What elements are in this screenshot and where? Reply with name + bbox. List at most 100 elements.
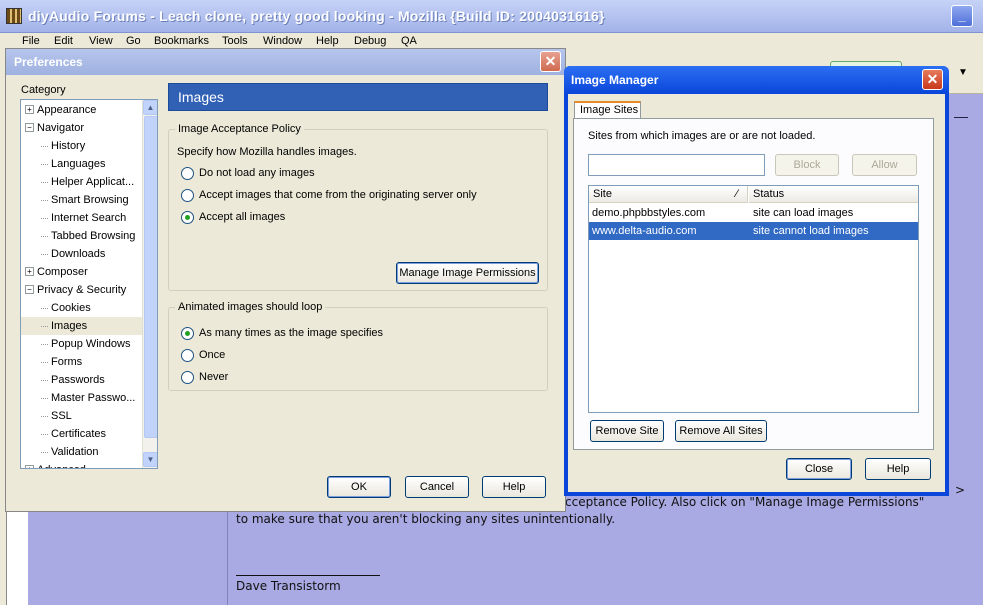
radio-label[interactable]: As many times as the image specifies bbox=[199, 327, 383, 339]
tree-item[interactable]: − Navigator bbox=[21, 119, 142, 137]
tree-item-label: Smart Browsing bbox=[51, 194, 129, 206]
manage-image-permissions-button[interactable]: Manage Image Permissions bbox=[396, 262, 539, 284]
column-header-site[interactable]: Site ∕ bbox=[589, 186, 748, 203]
menu-go[interactable]: Go bbox=[126, 35, 141, 47]
tree-connector bbox=[41, 236, 48, 237]
remove-site-button[interactable]: Remove Site bbox=[590, 420, 664, 442]
expand-icon[interactable]: + bbox=[25, 465, 34, 468]
column-site-label: Site bbox=[593, 188, 612, 200]
tree-item[interactable]: Certificates bbox=[21, 425, 142, 443]
site-input[interactable] bbox=[588, 154, 765, 176]
tree-item-label: Passwords bbox=[51, 374, 105, 386]
radio-loop-never[interactable] bbox=[181, 371, 194, 384]
close-icon[interactable]: ✕ bbox=[922, 69, 943, 90]
menu-edit[interactable]: Edit bbox=[54, 35, 73, 47]
tree-connector bbox=[41, 164, 48, 165]
radio-label[interactable]: Accept images that come from the origina… bbox=[199, 189, 477, 201]
block-button[interactable]: Block bbox=[775, 154, 839, 176]
tree-connector bbox=[41, 380, 48, 381]
tree-item-label: Internet Search bbox=[51, 212, 127, 224]
tree-connector bbox=[41, 182, 48, 183]
tree-item-label: Helper Applicat... bbox=[51, 176, 135, 188]
scroll-down-icon[interactable]: ▼ bbox=[143, 452, 157, 467]
remove-all-sites-button[interactable]: Remove All Sites bbox=[675, 420, 767, 442]
dropdown-arrow-icon[interactable]: ▼ bbox=[958, 67, 968, 78]
tree-connector bbox=[41, 452, 48, 453]
radio-loop-as-specified[interactable] bbox=[181, 327, 194, 340]
help-button[interactable]: Help bbox=[482, 476, 546, 498]
tree-item-label: Advanced bbox=[37, 461, 86, 468]
menu-bookmarks[interactable]: Bookmarks bbox=[154, 35, 209, 47]
ok-button[interactable]: OK bbox=[327, 476, 391, 498]
sites-table: Site ∕ Status demo.phpbbstyles.com site c… bbox=[588, 185, 919, 413]
radio-originating-server[interactable] bbox=[181, 189, 194, 202]
menu-window[interactable]: Window bbox=[263, 35, 302, 47]
cancel-button[interactable]: Cancel bbox=[405, 476, 469, 498]
mozilla-app-icon[interactable] bbox=[6, 8, 22, 24]
help-button[interactable]: Help bbox=[865, 458, 931, 480]
tree-connector bbox=[41, 218, 48, 219]
status-cell: site can load images bbox=[753, 207, 854, 219]
image-manager-titlebar: Image Manager ✕ bbox=[564, 66, 949, 94]
radio-loop-once[interactable] bbox=[181, 349, 194, 362]
preferences-title: Preferences bbox=[14, 55, 83, 69]
tree-item[interactable]: Validation bbox=[21, 443, 142, 461]
tree-item[interactable]: Popup Windows bbox=[21, 335, 142, 353]
tree-item[interactable]: Images bbox=[21, 317, 142, 335]
tree-connector bbox=[41, 362, 48, 363]
collapse-icon[interactable]: − bbox=[25, 285, 34, 294]
radio-label[interactable]: Accept all images bbox=[199, 211, 285, 223]
menu-qa[interactable]: QA bbox=[401, 35, 417, 47]
sort-icon: ∕ bbox=[736, 188, 738, 200]
tree-item[interactable]: Internet Search bbox=[21, 209, 142, 227]
expand-icon[interactable]: + bbox=[25, 105, 34, 114]
scroll-up-icon[interactable]: ▲ bbox=[143, 100, 157, 115]
radio-all-images[interactable] bbox=[181, 211, 194, 224]
tab-image-sites[interactable]: Image Sites bbox=[574, 101, 641, 119]
tree-item-label: Certificates bbox=[51, 428, 107, 440]
radio-label[interactable]: Once bbox=[199, 349, 225, 361]
tree-item[interactable]: Passwords bbox=[21, 371, 142, 389]
minimize-icon[interactable]: _ bbox=[951, 5, 973, 27]
close-button[interactable]: Close bbox=[786, 458, 852, 480]
menu-help[interactable]: Help bbox=[316, 35, 339, 47]
menu-file[interactable]: File bbox=[22, 35, 40, 47]
close-icon[interactable]: ✕ bbox=[540, 51, 561, 72]
radio-no-images[interactable] bbox=[181, 167, 194, 180]
radio-label[interactable]: Never bbox=[199, 371, 228, 383]
collapse-icon[interactable]: − bbox=[25, 123, 34, 132]
tree-item-label: Popup Windows bbox=[51, 338, 131, 350]
menu-view[interactable]: View bbox=[89, 35, 113, 47]
tree-item[interactable]: SSL bbox=[21, 407, 142, 425]
tree-item[interactable]: History bbox=[21, 137, 142, 155]
tree-item[interactable]: + Appearance bbox=[21, 101, 142, 119]
panel-title: Images bbox=[178, 89, 224, 105]
tree-item[interactable]: Downloads bbox=[21, 245, 142, 263]
tree-connector bbox=[41, 398, 48, 399]
tree-item[interactable]: Languages bbox=[21, 155, 142, 173]
tree-item[interactable]: Master Passwo... bbox=[21, 389, 142, 407]
tab-panel: Sites from which images are or are not l… bbox=[573, 118, 934, 450]
scroll-thumb[interactable] bbox=[144, 116, 157, 438]
menu-debug[interactable]: Debug bbox=[354, 35, 386, 47]
menu-tools[interactable]: Tools bbox=[222, 35, 248, 47]
preferences-titlebar: Preferences ✕ bbox=[6, 49, 565, 75]
tree-scrollbar[interactable]: ▲ ▼ bbox=[142, 100, 157, 468]
tree-item[interactable]: Smart Browsing bbox=[21, 191, 142, 209]
tree-item[interactable]: Helper Applicat... bbox=[21, 173, 142, 191]
tree-item[interactable]: Tabbed Browsing bbox=[21, 227, 142, 245]
tree-item-label: Languages bbox=[51, 158, 106, 170]
table-row[interactable]: www.delta-audio.com site cannot load ima… bbox=[589, 222, 918, 240]
radio-label[interactable]: Do not load any images bbox=[199, 167, 315, 179]
tree-item[interactable]: − Privacy & Security bbox=[21, 281, 142, 299]
tree-item[interactable]: Cookies bbox=[21, 299, 142, 317]
tree-item[interactable]: +Advanced bbox=[21, 461, 142, 468]
table-row[interactable]: demo.phpbbstyles.com site can load image… bbox=[589, 204, 918, 222]
tree-item[interactable]: Forms bbox=[21, 353, 142, 371]
column-header-status[interactable]: Status bbox=[749, 186, 918, 203]
expand-icon[interactable]: + bbox=[25, 267, 34, 276]
tree-item-label: Forms bbox=[51, 356, 83, 368]
acceptance-description: Specify how Mozilla handles images. bbox=[177, 146, 357, 158]
allow-button[interactable]: Allow bbox=[852, 154, 917, 176]
tree-item[interactable]: + Composer bbox=[21, 263, 142, 281]
